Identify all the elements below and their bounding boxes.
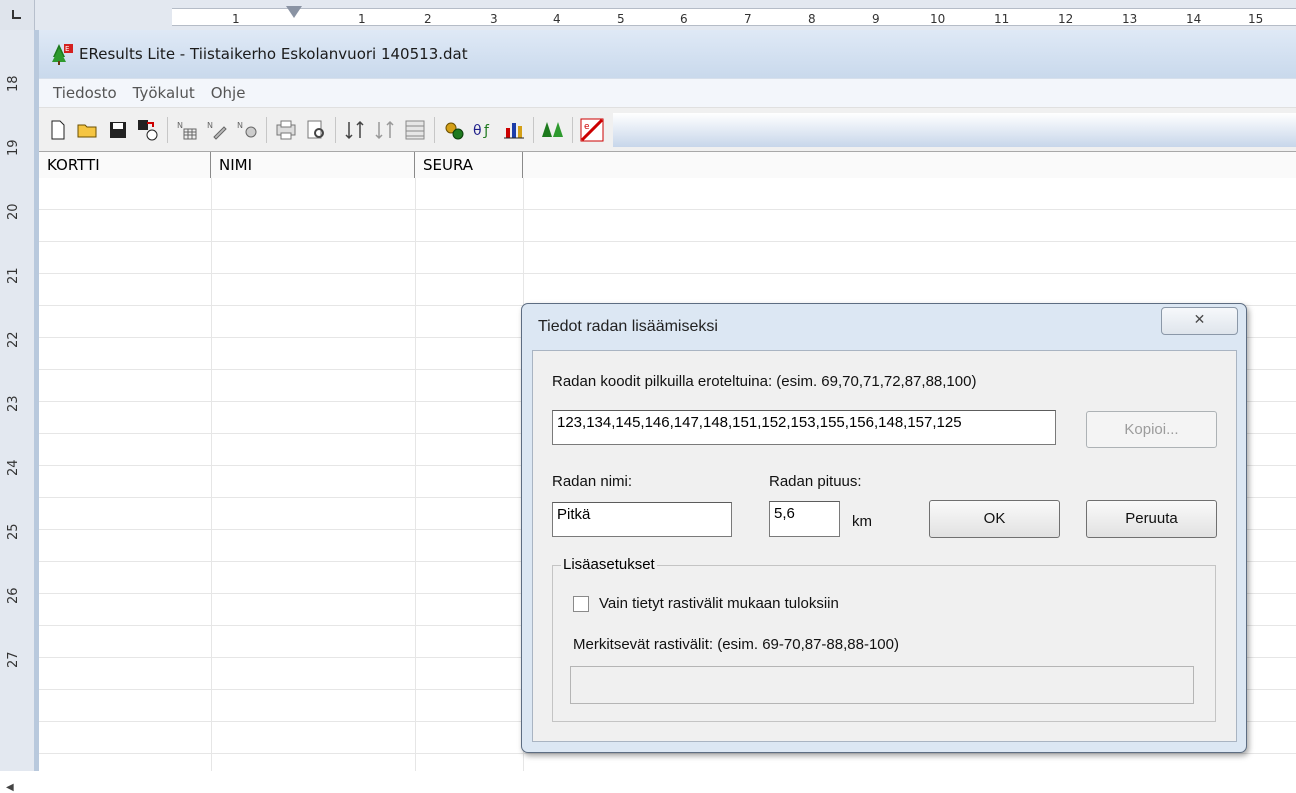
eresults-icon[interactable]: e [579, 117, 605, 143]
codes-label: Radan koodit pilkuilla eroteltuina: (esi… [552, 373, 977, 390]
svg-text:θ: θ [473, 123, 482, 139]
svg-text:N: N [207, 121, 213, 130]
ruler-number: 21 [6, 267, 21, 284]
ok-button[interactable]: OK [929, 500, 1060, 538]
gears-icon[interactable] [441, 117, 467, 143]
grid-icon[interactable] [402, 117, 428, 143]
toolbar-band [613, 113, 1296, 147]
svg-text:E: E [65, 45, 69, 53]
menu-item-ohje[interactable]: Ohje [203, 84, 254, 102]
ruler-number: 1 [232, 12, 240, 26]
menu-item-tiedosto[interactable]: Tiedosto [45, 84, 125, 102]
codes-input[interactable]: 123,134,145,146,147,148,151,152,153,155,… [552, 410, 1056, 445]
new-file-icon[interactable] [45, 117, 71, 143]
cancel-button[interactable]: Peruuta [1086, 500, 1217, 538]
svg-text:N: N [237, 121, 243, 130]
ruler-number: 9 [872, 12, 880, 26]
ruler-number: 4 [553, 12, 561, 26]
formula-icon[interactable]: θƒ [471, 117, 497, 143]
app-logo-icon: E [51, 43, 73, 65]
title-bar[interactable]: E EResults Lite - Tiistaikerho Eskolanvu… [39, 30, 1296, 78]
legs-input[interactable] [570, 666, 1194, 704]
toolbar-separator [533, 117, 534, 143]
ruler-number: 15 [1248, 12, 1264, 26]
tab-selector[interactable] [0, 0, 35, 30]
save-icon[interactable] [105, 117, 131, 143]
open-folder-icon[interactable] [75, 117, 101, 143]
ruler-number: 24 [6, 459, 21, 476]
ruler-number: 14 [1186, 12, 1202, 26]
table-header: KORTTI NIMI SEURA [39, 151, 1296, 179]
menu-item-tyokalut[interactable]: Työkalut [125, 84, 203, 102]
svg-text:e: e [584, 122, 590, 132]
ruler-number: 20 [6, 203, 21, 220]
toolbar-separator [572, 117, 573, 143]
ruler-number: 5 [617, 12, 625, 26]
ruler-number: 3 [490, 12, 498, 26]
column-header-seura[interactable]: SEURA [415, 152, 523, 178]
toolbar: N N N θƒ e [39, 107, 1296, 152]
add-course-dialog: Tiedot radan lisäämiseksi ✕ Radan koodit… [521, 303, 1247, 753]
close-icon: ✕ [1193, 312, 1206, 328]
result-table-icon[interactable]: N [174, 117, 200, 143]
checkbox-label: Vain tietyt rastivälit mukaan tuloksiin [599, 595, 839, 612]
trees-icon[interactable] [540, 117, 566, 143]
result-edit-icon[interactable]: N [204, 117, 230, 143]
ruler-number: 10 [930, 12, 946, 26]
ruler-number: 6 [680, 12, 688, 26]
save-db-icon[interactable] [135, 117, 161, 143]
copy-button[interactable]: Kopioi... [1086, 411, 1217, 448]
preview-icon[interactable] [303, 117, 329, 143]
ruler-number: 1 [358, 12, 366, 26]
svg-text:N: N [177, 121, 183, 130]
ruler-number: 23 [6, 395, 21, 412]
dialog-title: Tiedot radan lisäämiseksi [538, 318, 718, 335]
ruler-number: 18 [6, 75, 21, 92]
column-divider [415, 178, 416, 771]
dialog-body: Radan koodit pilkuilla eroteltuina: (esi… [532, 350, 1237, 742]
ruler-number: 11 [994, 12, 1010, 26]
course-name-label: Radan nimi: [552, 473, 633, 490]
toolbar-separator [335, 117, 336, 143]
ruler-number: 19 [6, 139, 21, 156]
length-unit: km [852, 513, 872, 530]
ruler-number: 8 [808, 12, 816, 26]
svg-text:ƒ: ƒ [483, 123, 490, 139]
ruler-number: 25 [6, 523, 21, 540]
left-tab-icon [12, 10, 21, 19]
group-title: Lisäasetukset [561, 556, 657, 573]
column-header-kortti[interactable]: KORTTI [39, 152, 211, 178]
window-title: EResults Lite - Tiistaikerho Eskolanvuor… [79, 45, 468, 63]
ruler-number: 2 [424, 12, 432, 26]
ruler-number: 22 [6, 331, 21, 348]
ruler-number: 7 [744, 12, 752, 26]
scroll-left-icon[interactable]: ◀ [6, 782, 14, 793]
bar-chart-icon[interactable] [501, 117, 527, 143]
close-button[interactable]: ✕ [1161, 307, 1238, 335]
legs-only-checkbox[interactable] [573, 596, 589, 612]
toolbar-separator [266, 117, 267, 143]
result-circle-icon[interactable]: N [234, 117, 260, 143]
advanced-settings-group: Lisäasetukset Vain tietyt rastivälit muk… [552, 556, 1216, 722]
vertical-ruler: 18 19 20 21 22 23 24 25 26 27 ◀ [0, 30, 35, 793]
course-length-input[interactable]: 5,6 [769, 501, 840, 537]
print-icon[interactable] [273, 117, 299, 143]
horizontal-ruler: 1 1 2 3 4 5 6 7 8 9 10 11 12 13 14 15 [0, 0, 1296, 31]
sort-alt-icon[interactable] [372, 117, 398, 143]
course-length-label: Radan pituus: [769, 473, 862, 490]
ruler-number: 12 [1058, 12, 1074, 26]
column-divider [211, 178, 212, 771]
sort-icon[interactable] [342, 117, 368, 143]
ruler-number: 26 [6, 587, 21, 604]
menu-bar: Tiedosto Työkalut Ohje [39, 78, 1296, 107]
ruler-number: 13 [1122, 12, 1138, 26]
indent-marker[interactable] [286, 6, 302, 18]
column-header-nimi[interactable]: NIMI [211, 152, 415, 178]
legs-label: Merkitsevät rastivälit: (esim. 69-70,87-… [573, 636, 899, 653]
ruler-number: 27 [6, 651, 21, 668]
toolbar-separator [167, 117, 168, 143]
toolbar-separator [434, 117, 435, 143]
course-name-input[interactable]: Pitkä [552, 502, 732, 537]
